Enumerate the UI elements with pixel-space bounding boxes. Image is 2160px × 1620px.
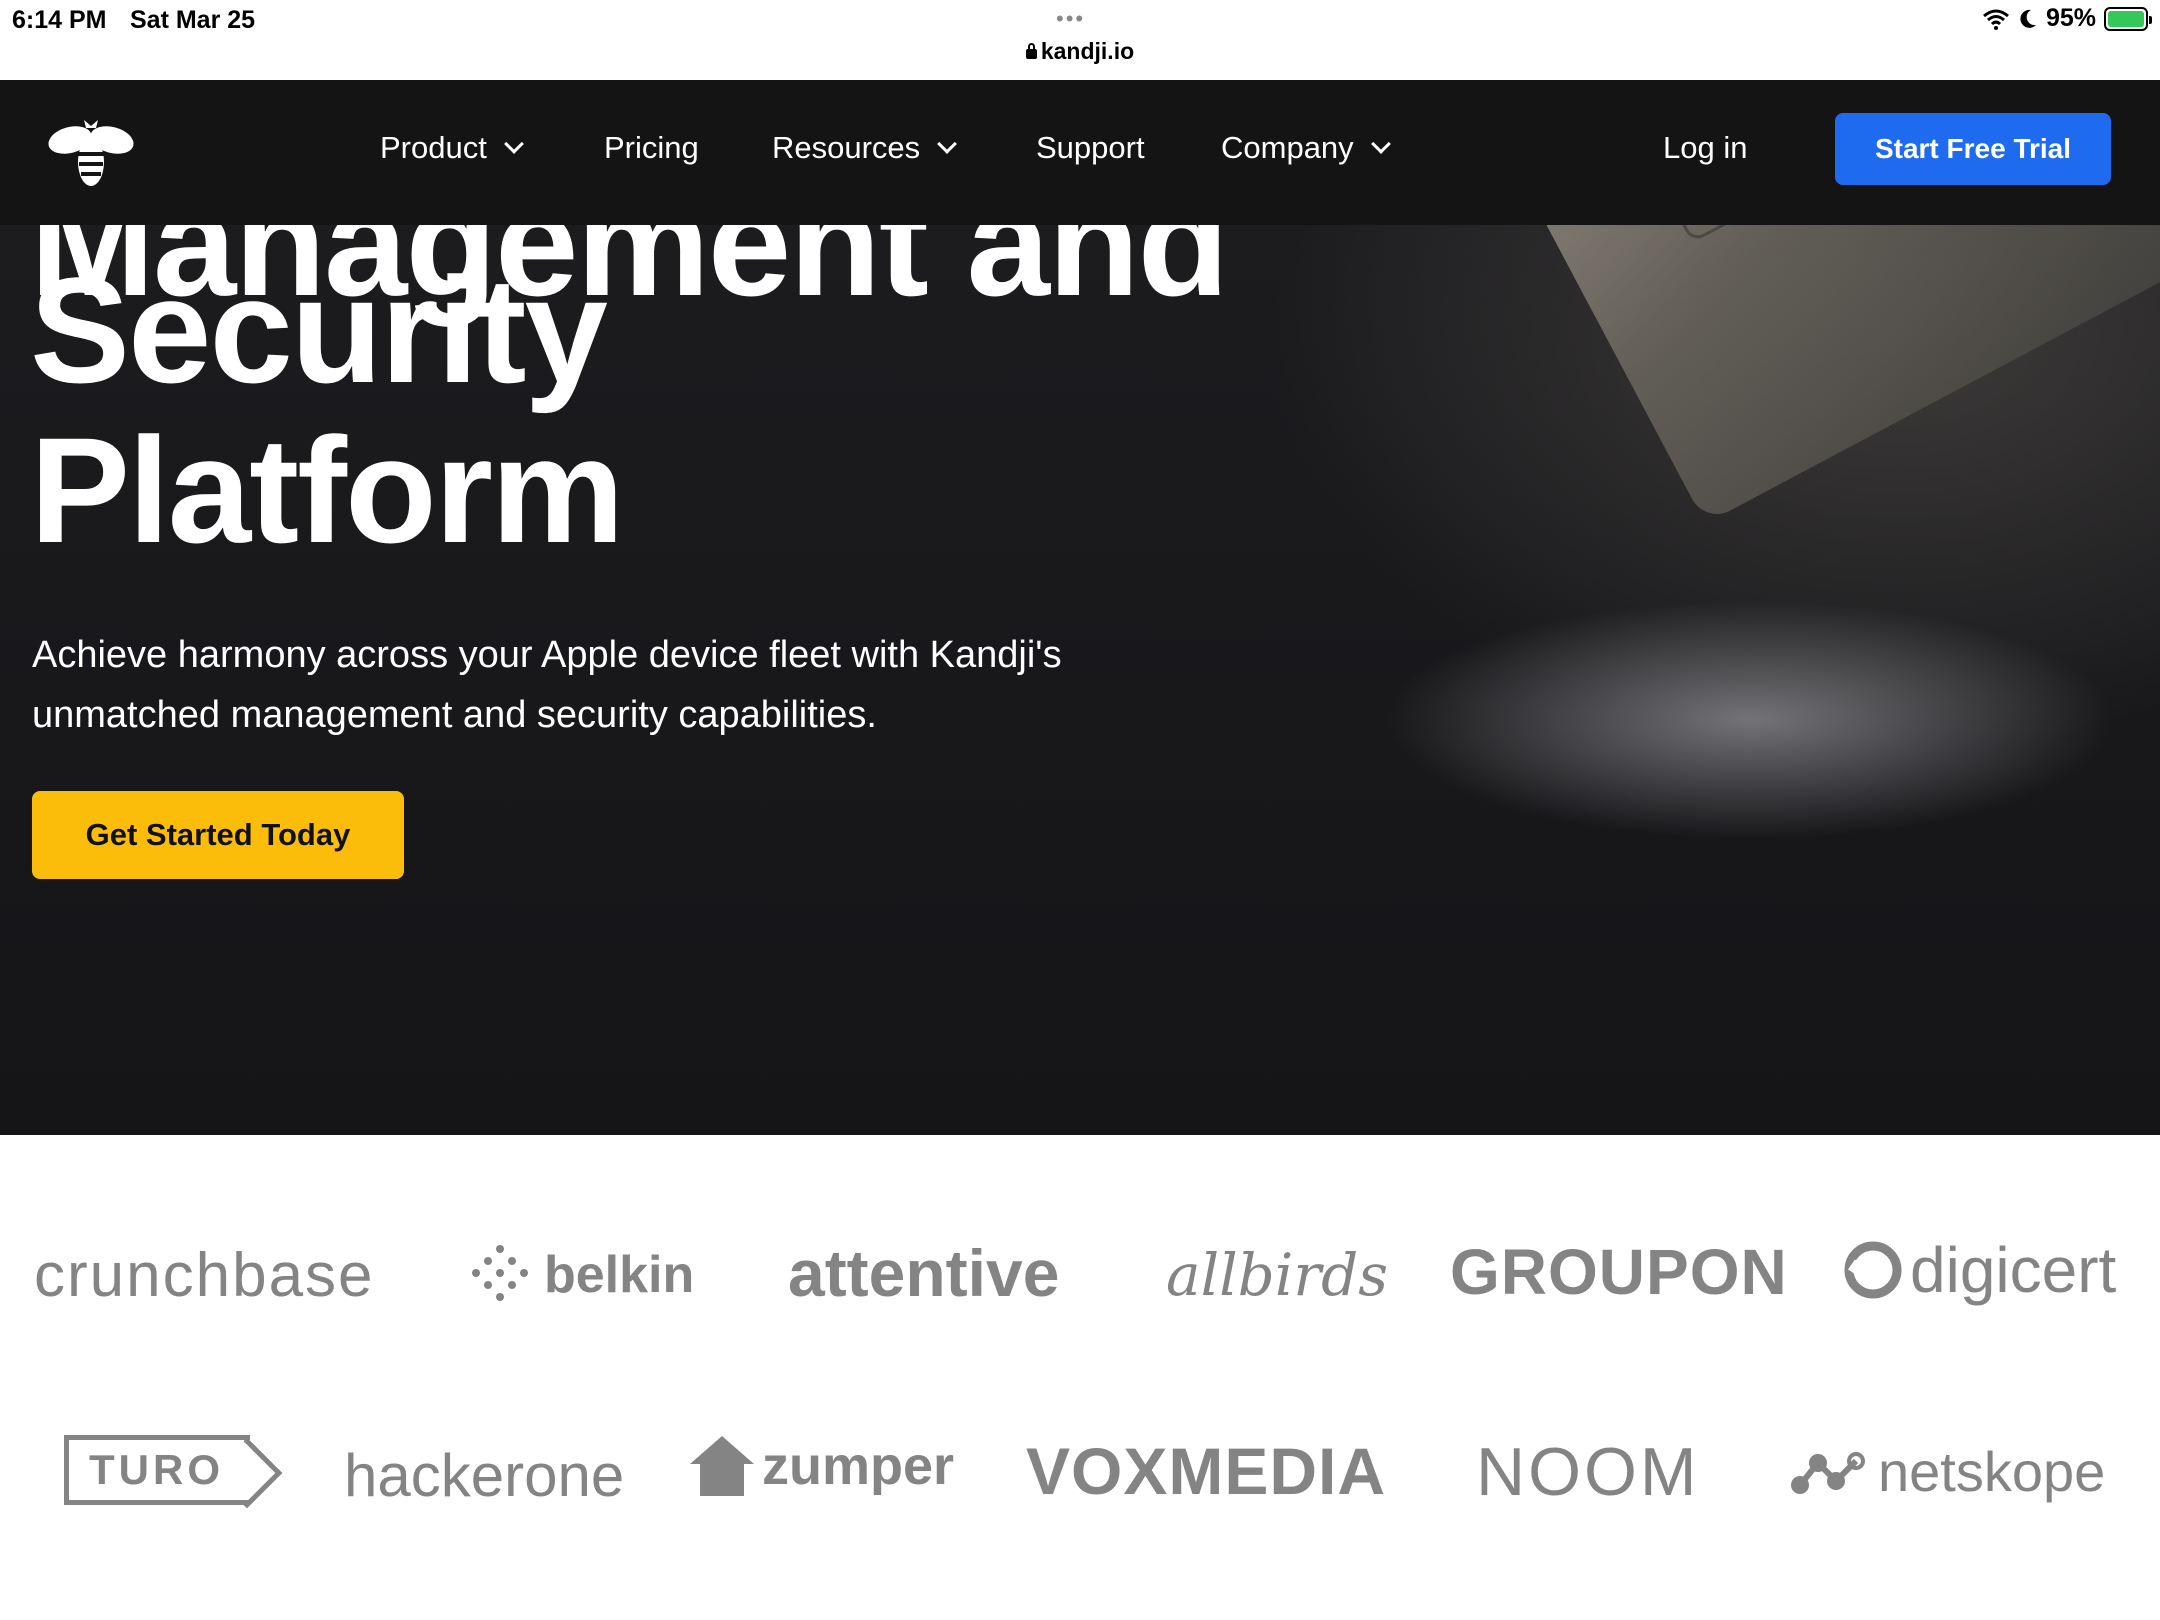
chevron-down-icon <box>1370 134 1391 154</box>
main-navigation: Product Pricing Resources Support Compan… <box>0 80 2160 225</box>
url-text: kandji.io <box>1040 38 1135 64</box>
status-indicators: 95% <box>1982 4 2152 33</box>
battery-icon <box>2104 6 2152 31</box>
chevron-down-icon <box>937 134 958 154</box>
start-free-trial-button[interactable]: Start Free Trial <box>1835 113 2111 185</box>
hero-subheading: Achieve harmony across your Apple device… <box>32 634 1062 736</box>
digicert-logo: digicert <box>1842 1233 2116 1307</box>
wifi-icon <box>1982 9 2009 30</box>
nav-pricing-label: Pricing <box>604 130 699 165</box>
status-time: 6:14 PM <box>12 6 107 34</box>
moon-icon <box>2020 9 2036 28</box>
zumper-logo: zumper <box>690 1435 954 1497</box>
zumper-wordmark: zumper <box>762 1436 955 1496</box>
digicert-wordmark: digicert <box>1910 1234 2117 1306</box>
voxmedia-logo: VOXMEDIA <box>1026 1434 1387 1508</box>
get-started-button[interactable]: Get Started Today <box>32 791 404 879</box>
belkin-logo: belkin <box>470 1245 694 1305</box>
customer-logos-section: crunchbase belkin attentive allbirds GRO… <box>0 1135 2160 1620</box>
hero-headline-line2: Platform <box>30 406 624 574</box>
crunchbase-logo: crunchbase <box>34 1241 375 1310</box>
noom-logo: NOOM <box>1476 1434 1700 1510</box>
hackerone-logo: hackerone <box>344 1442 625 1509</box>
ios-status-bar: 6:14 PM Sat Mar 25 ••• kandji.io 95% <box>0 0 2160 80</box>
turo-wordmark: TURO <box>64 1435 250 1505</box>
netskope-nodes-icon <box>1791 1451 1865 1494</box>
url-bar[interactable]: kandji.io <box>1020 38 1140 65</box>
netskope-logo: netskope <box>1790 1439 2105 1504</box>
hero-headline: Security Platform <box>30 246 624 574</box>
nav-product-label: Product <box>380 130 487 165</box>
attentive-logo: attentive <box>788 1236 1060 1310</box>
digicert-mark-icon <box>1844 1241 1902 1299</box>
chevron-down-icon <box>503 134 524 154</box>
status-date: Sat Mar 25 <box>130 6 256 34</box>
hero-section: Management and Product Pricing Resources… <box>0 80 2160 1135</box>
login-link[interactable]: Log in <box>1663 130 1747 166</box>
nav-support[interactable]: Support <box>1036 130 1145 166</box>
nav-resources[interactable]: Resources <box>772 130 958 166</box>
belkin-wordmark: belkin <box>544 1246 695 1304</box>
nav-product[interactable]: Product <box>380 130 524 166</box>
nav-company-label: Company <box>1221 130 1354 165</box>
lock-icon <box>1025 43 1037 59</box>
belkin-dots-icon <box>470 1245 530 1305</box>
login-label: Log in <box>1663 130 1748 165</box>
nav-support-label: Support <box>1036 130 1145 165</box>
netskope-wordmark: netskope <box>1878 1440 2106 1503</box>
turo-logo: TURO <box>64 1435 250 1505</box>
multitasking-dots-icon[interactable]: ••• <box>1056 6 1085 32</box>
groupon-logo: GROUPON <box>1450 1236 1788 1308</box>
allbirds-logo: allbirds <box>1166 1241 1388 1309</box>
nav-company[interactable]: Company <box>1221 130 1391 166</box>
kandji-bee-logo[interactable] <box>46 118 136 190</box>
hero-headline-line1: Security <box>30 246 608 414</box>
battery-percent: 95% <box>2045 4 2096 32</box>
nav-pricing[interactable]: Pricing <box>604 130 699 166</box>
nav-resources-label: Resources <box>772 130 921 165</box>
house-icon <box>690 1436 754 1496</box>
